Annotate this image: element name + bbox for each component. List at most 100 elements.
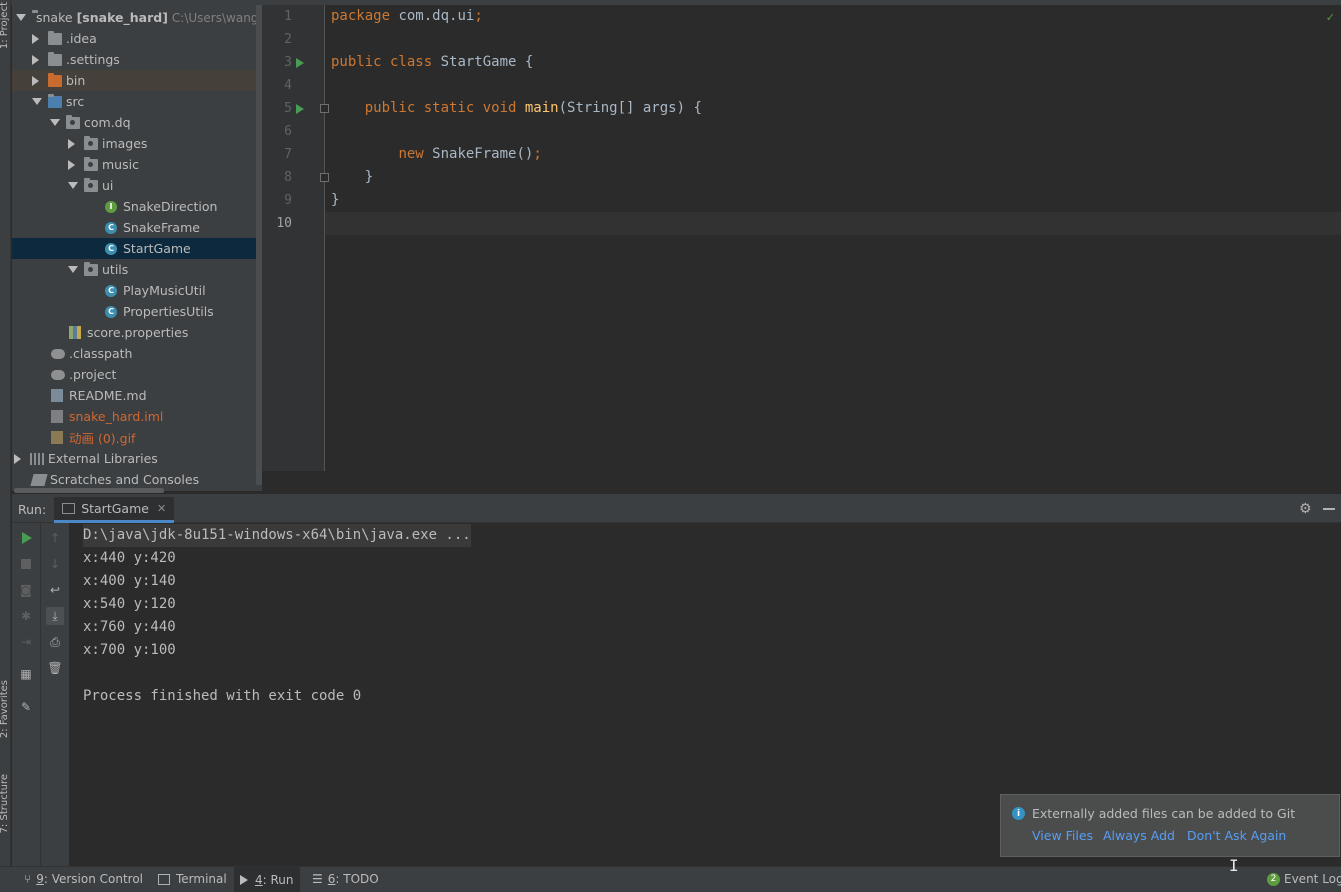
- tree-item-ui[interactable]: ui: [12, 175, 262, 196]
- chevron-right-icon[interactable]: [68, 159, 75, 170]
- xml-file-icon: [51, 348, 65, 359]
- tab-label: : TODO: [335, 872, 379, 886]
- tree-item-images[interactable]: images: [12, 133, 262, 154]
- tree-item-project[interactable]: .project: [12, 364, 262, 385]
- dont-ask-again-link[interactable]: Don't Ask Again: [1187, 828, 1286, 843]
- view-files-link[interactable]: View Files: [1032, 828, 1093, 843]
- up-arrow-icon[interactable]: ↑: [46, 529, 64, 547]
- tree-item-settings[interactable]: .settings: [12, 49, 262, 70]
- tree-item-snakedirection[interactable]: I SnakeDirection: [12, 196, 262, 217]
- soft-wrap-icon[interactable]: ↩: [46, 581, 64, 599]
- event-log-tab[interactable]: 2 Event Log: [1267, 872, 1341, 886]
- minimize-icon[interactable]: [1323, 508, 1335, 510]
- code-punct: ;: [474, 8, 483, 24]
- dump-threads-button[interactable]: ◙: [17, 581, 35, 599]
- run-gutter-icon[interactable]: [296, 58, 304, 68]
- play-icon: [240, 875, 248, 885]
- tree-item-src[interactable]: src: [12, 91, 262, 112]
- keyword: new: [398, 146, 424, 162]
- tree-item-propertiesutils[interactable]: C PropertiesUtils: [12, 301, 262, 322]
- tree-item-readme[interactable]: README.md: [12, 385, 262, 406]
- package-icon: [84, 135, 98, 150]
- tree-item-label: PropertiesUtils: [123, 304, 214, 319]
- chevron-right-icon[interactable]: [32, 54, 39, 65]
- pin-icon[interactable]: ✎: [17, 698, 35, 716]
- tree-item-startgame[interactable]: C StartGame: [12, 238, 262, 259]
- run-gutter-icon[interactable]: [296, 104, 304, 114]
- info-icon: i: [1012, 807, 1025, 820]
- class-icon: C: [105, 221, 117, 234]
- chevron-right-icon[interactable]: [32, 33, 39, 44]
- stop-button[interactable]: [17, 555, 35, 573]
- tree-item-label: Scratches and Consoles: [50, 472, 200, 487]
- tree-item-utils[interactable]: utils: [12, 259, 262, 280]
- down-arrow-icon[interactable]: ↓: [46, 555, 64, 573]
- root-name: snake: [36, 10, 73, 25]
- tree-item-label: README.md: [69, 388, 147, 403]
- version-control-tab[interactable]: ⑂ 9: Version Control: [24, 872, 143, 886]
- settings-dim-button[interactable]: ✱: [17, 607, 35, 625]
- tree-root[interactable]: snake [snake_hard] C:\Users\wangs: [12, 7, 262, 28]
- line-number: 1: [284, 9, 292, 24]
- exit-button[interactable]: ⇥: [17, 633, 35, 651]
- tree-item-bin[interactable]: bin: [12, 70, 262, 91]
- rerun-button[interactable]: [18, 529, 36, 547]
- inspection-ok-icon[interactable]: ✓: [1326, 11, 1335, 24]
- code-editor[interactable]: 1 2 3 4 5 6 7 8 9 10 package com.dq.ui; …: [262, 5, 1341, 471]
- tree-item-snakeframe[interactable]: C SnakeFrame: [12, 217, 262, 238]
- tree-item-playmusicutil[interactable]: C PlayMusicUtil: [12, 280, 262, 301]
- scroll-to-end-icon[interactable]: ⤓: [46, 607, 64, 625]
- always-add-link[interactable]: Always Add: [1103, 828, 1175, 843]
- line-number: 8: [284, 170, 292, 185]
- chevron-down-icon[interactable]: [50, 119, 60, 126]
- line-number: 5: [284, 101, 292, 116]
- chevron-right-icon[interactable]: [32, 75, 39, 86]
- trash-icon[interactable]: 🗑: [46, 659, 64, 677]
- tree-item-scratches[interactable]: Scratches and Consoles: [12, 469, 262, 490]
- tree-item-score-properties[interactable]: score.properties: [12, 322, 262, 343]
- chevron-down-icon[interactable]: [68, 266, 78, 273]
- console-command-line[interactable]: D:\java\jdk-8u151-windows-x64\bin\java.e…: [83, 524, 471, 547]
- close-icon[interactable]: ✕: [157, 502, 166, 515]
- print-icon[interactable]: ⎙: [46, 633, 64, 651]
- code-text: }: [364, 169, 374, 185]
- code-text: (String[] args) {: [558, 100, 702, 116]
- run-tab-startgame[interactable]: StartGame ✕: [54, 496, 175, 523]
- todo-tab[interactable]: ☰ 6: TODO: [312, 872, 379, 886]
- xml-file-icon: [51, 369, 65, 380]
- layout-button[interactable]: ▦: [17, 665, 35, 683]
- folder-icon: [48, 30, 62, 45]
- tab-label: Terminal: [176, 872, 227, 886]
- run-label: Run:: [18, 502, 47, 517]
- structure-side-tab[interactable]: 7: Structure: [0, 774, 11, 833]
- tree-item-com-dq[interactable]: com.dq: [12, 112, 262, 133]
- chevron-right-icon[interactable]: [68, 138, 75, 149]
- gear-icon[interactable]: ⚙: [1299, 502, 1313, 516]
- line-number: 3: [284, 55, 292, 70]
- tree-item-music[interactable]: music: [12, 154, 262, 175]
- chevron-down-icon[interactable]: [32, 98, 42, 105]
- tree-item-iml[interactable]: snake_hard.iml: [12, 406, 262, 427]
- tree-item-classpath[interactable]: .classpath: [12, 343, 262, 364]
- chevron-down-icon[interactable]: [68, 182, 78, 189]
- favorites-side-tab[interactable]: 2: Favorites: [0, 680, 11, 738]
- tree-item-external-libraries[interactable]: External Libraries: [12, 448, 262, 469]
- project-side-tab[interactable]: 1: Project: [0, 2, 11, 49]
- chevron-down-icon[interactable]: [16, 14, 26, 21]
- line-number: 7: [284, 147, 292, 162]
- tree-item-idea[interactable]: .idea: [12, 28, 262, 49]
- caret-line-highlight: [325, 212, 1341, 235]
- run-tool-tab[interactable]: 4: Run: [234, 867, 300, 892]
- code-text: SnakeFrame(): [423, 146, 534, 162]
- function-name: main: [516, 100, 559, 116]
- tree-item-label: .classpath: [69, 346, 133, 361]
- tree-item-label: 动画 (0).gif: [69, 431, 136, 446]
- tree-horizontal-scrollbar[interactable]: [14, 488, 164, 493]
- terminal-tab[interactable]: Terminal: [158, 872, 227, 886]
- tree-item-gif[interactable]: 动画 (0).gif: [12, 427, 262, 448]
- tree-item-label: .settings: [66, 52, 120, 67]
- fold-icon[interactable]: [320, 104, 329, 113]
- fold-icon[interactable]: [320, 173, 329, 182]
- chevron-right-icon[interactable]: [14, 453, 21, 464]
- iml-file-icon: [51, 410, 63, 423]
